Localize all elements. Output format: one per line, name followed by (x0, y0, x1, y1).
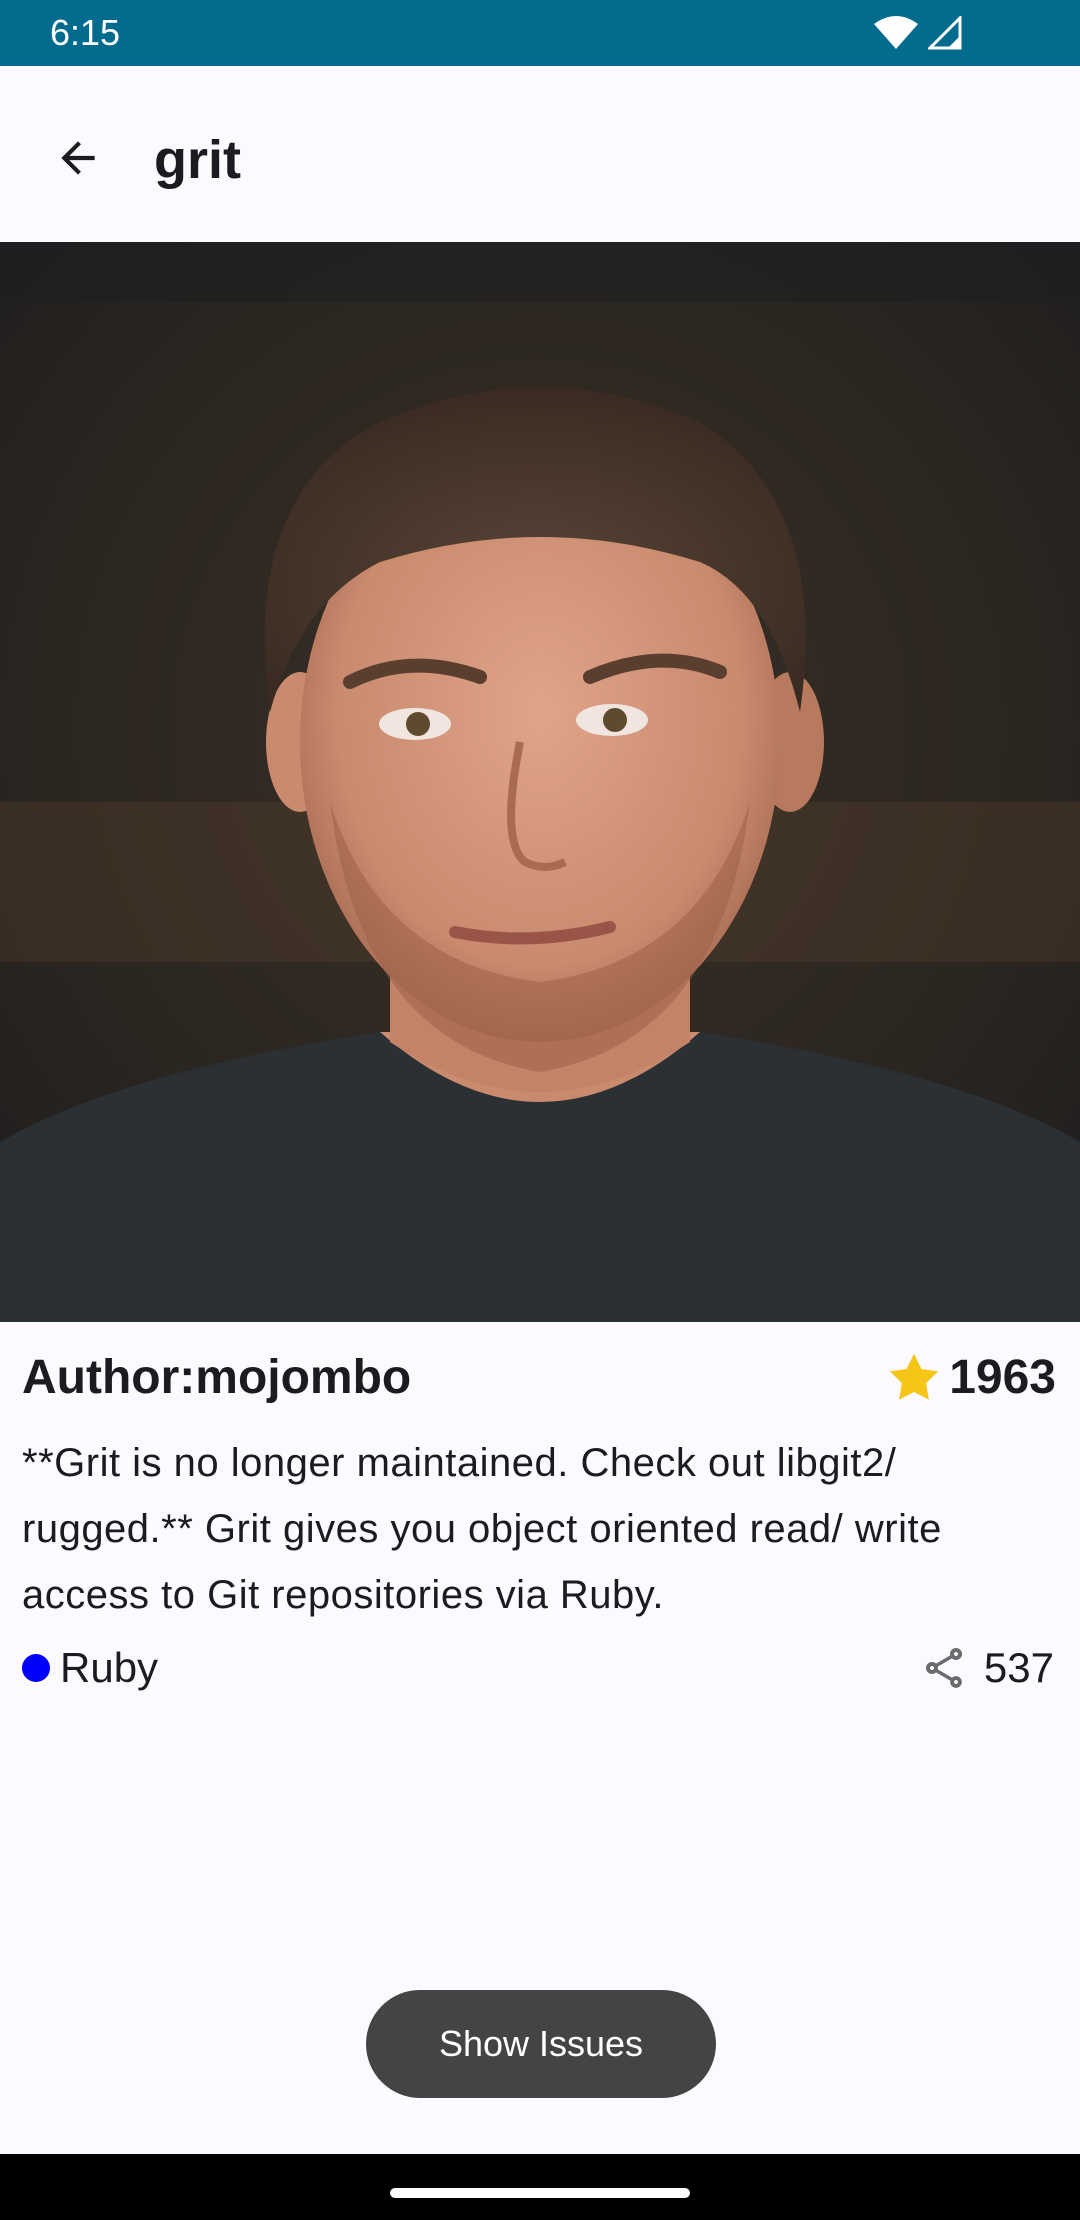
status-bar: 6:15 (0, 0, 1080, 66)
forks-group: 537 (920, 1640, 1054, 1696)
repo-description: **Grit is no longer maintained. Check ou… (22, 1441, 942, 1617)
show-issues-button[interactable]: Show Issues (366, 1990, 716, 2098)
stars-count-group: 1963 (885, 1346, 1056, 1410)
status-icons (874, 16, 962, 50)
language-group: Ruby (22, 1640, 158, 1696)
status-time: 6:15 (50, 12, 121, 53)
page-title: grit (154, 130, 241, 190)
avatar-photo (0, 242, 1080, 1322)
arrow-back-icon (61, 141, 95, 175)
home-gesture-handle[interactable] (390, 2188, 690, 2198)
star-icon (890, 1353, 939, 1400)
wifi-icon (874, 16, 918, 49)
author-avatar (0, 242, 1080, 1322)
language-color-dot (22, 1654, 50, 1682)
forks-count: 537 (983, 1644, 1054, 1691)
signal-icon (928, 16, 962, 50)
stars-count: 1963 (949, 1351, 1056, 1404)
language-label: Ruby (60, 1644, 159, 1691)
share-icon (925, 1648, 962, 1688)
back-button[interactable] (40, 120, 116, 196)
author-name: Author:mojombo (22, 1351, 412, 1404)
navigation-bar (0, 2154, 1080, 2220)
app-bar: grit (0, 66, 1080, 242)
